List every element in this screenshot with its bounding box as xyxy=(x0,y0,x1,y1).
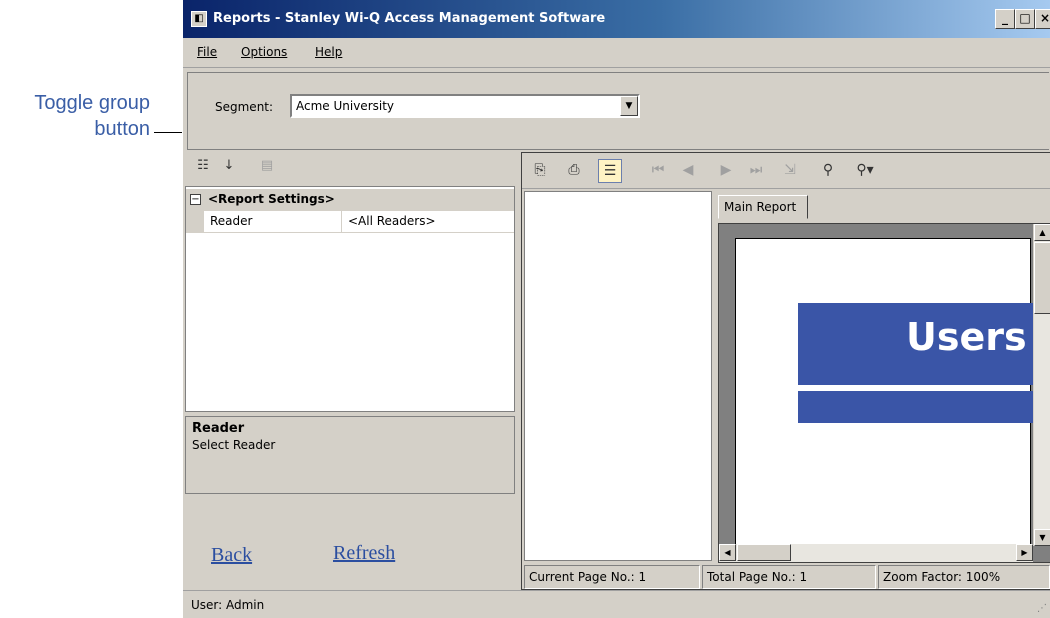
tab-main-report[interactable]: Main Report xyxy=(718,195,808,219)
annotation-line1: Toggle group xyxy=(34,92,150,114)
app-icon: ◧ xyxy=(191,11,207,27)
property-pages-icon[interactable]: ▤ xyxy=(257,156,277,176)
close-button[interactable]: × xyxy=(1035,9,1050,29)
property-grid-toolbar: ☷ ↓ ▤ xyxy=(185,152,517,182)
scroll-down-icon[interactable]: ▼ xyxy=(1034,529,1050,546)
collapse-icon[interactable]: − xyxy=(190,194,201,205)
current-page-status: Current Page No.: 1 xyxy=(524,565,700,589)
vertical-scroll-thumb[interactable] xyxy=(1034,242,1050,314)
help-title: Reader xyxy=(192,421,245,436)
last-page-icon[interactable]: ⏭ xyxy=(744,159,768,183)
segment-value: Acme University xyxy=(296,99,395,113)
property-name: Reader xyxy=(204,211,342,233)
categorized-icon[interactable]: ☷ xyxy=(193,156,213,176)
maximize-button[interactable]: □ xyxy=(1015,9,1035,29)
menu-file-label: File xyxy=(197,45,218,59)
row-gutter xyxy=(186,211,204,233)
refresh-link[interactable]: Refresh xyxy=(333,542,395,565)
previous-page-icon[interactable]: ◀ xyxy=(676,159,700,183)
category-label: <Report Settings> xyxy=(208,192,335,206)
property-value[interactable]: <All Readers> xyxy=(342,211,514,233)
property-help-box: Reader Select Reader xyxy=(185,416,515,494)
first-page-icon[interactable]: ⏮ xyxy=(646,159,670,183)
help-description: Select Reader xyxy=(192,438,276,452)
property-row[interactable]: Reader <All Readers> xyxy=(186,211,514,233)
horizontal-scroll-thumb[interactable] xyxy=(737,544,791,561)
group-tree-panel[interactable] xyxy=(524,191,712,561)
title-bar[interactable]: ◧ Reports - Stanley Wi-Q Access Manageme… xyxy=(183,0,1050,38)
report-subheader-banner xyxy=(798,391,1034,423)
export-icon[interactable]: ⎘ xyxy=(528,159,552,183)
toggle-group-tree-icon[interactable]: ☰ xyxy=(598,159,622,183)
menu-file[interactable]: File xyxy=(197,45,217,59)
status-bar: User: Admin ⋰ xyxy=(183,590,1050,618)
zoom-factor-status: Zoom Factor: 100% xyxy=(878,565,1050,589)
window-title: Reports - Stanley Wi-Q Access Management… xyxy=(213,11,606,26)
scroll-right-icon[interactable]: ▶ xyxy=(1016,544,1033,561)
print-icon[interactable]: ⎙ xyxy=(562,159,586,183)
report-header-banner: Users xyxy=(798,303,1034,385)
next-page-icon[interactable]: ▶ xyxy=(714,159,738,183)
menu-options-label: Options xyxy=(241,45,288,59)
zoom-icon[interactable]: ⚲▾ xyxy=(848,159,882,183)
viewer-toolbar: ⎘ ⎙ ☰ ⏮ ◀ ▶ ⏭ ⇲ ⚲ ⚲▾ xyxy=(522,153,1050,189)
property-category[interactable]: − <Report Settings> xyxy=(186,189,514,211)
menu-options[interactable]: Options xyxy=(241,45,287,59)
horizontal-scrollbar[interactable]: ◀ ▶ xyxy=(719,544,1033,562)
report-page: Users xyxy=(735,238,1034,550)
report-viewer: ⎘ ⎙ ☰ ⏮ ◀ ▶ ⏭ ⇲ ⚲ ⚲▾ Main Report Users ▲ xyxy=(521,152,1050,590)
go-to-page-icon[interactable]: ⇲ xyxy=(778,159,802,183)
scroll-up-icon[interactable]: ▲ xyxy=(1034,224,1050,241)
search-icon[interactable]: ⚲ xyxy=(816,159,840,183)
reports-window: ◧ Reports - Stanley Wi-Q Access Manageme… xyxy=(182,0,1050,618)
dropdown-arrow-icon[interactable]: ▼ xyxy=(620,96,638,116)
current-user: User: Admin xyxy=(191,598,265,612)
annotation-callout: Toggle group button xyxy=(0,90,150,142)
annotation-line2: button xyxy=(94,118,150,140)
vertical-scrollbar[interactable]: ▲ ▼ xyxy=(1033,224,1050,546)
menu-help-label: Help xyxy=(315,45,343,59)
menu-help[interactable]: Help xyxy=(315,45,342,59)
resize-grip-icon[interactable]: ⋰ xyxy=(1037,603,1047,614)
back-link[interactable]: Back xyxy=(211,544,252,567)
segment-dropdown[interactable]: Acme University ▼ xyxy=(290,94,640,118)
report-title: Users xyxy=(906,315,1027,359)
menu-bar: File Options Help xyxy=(183,38,1050,68)
report-preview: Users ▲ ▼ ◀ ▶ xyxy=(718,223,1050,563)
property-grid: − <Report Settings> Reader <All Readers> xyxy=(185,186,515,412)
segment-label: Segment: xyxy=(215,100,274,114)
alphabetical-sort-icon[interactable]: ↓ xyxy=(219,156,239,176)
total-page-status: Total Page No.: 1 xyxy=(702,565,876,589)
scroll-left-icon[interactable]: ◀ xyxy=(719,544,736,561)
minimize-button[interactable]: _ xyxy=(995,9,1015,29)
